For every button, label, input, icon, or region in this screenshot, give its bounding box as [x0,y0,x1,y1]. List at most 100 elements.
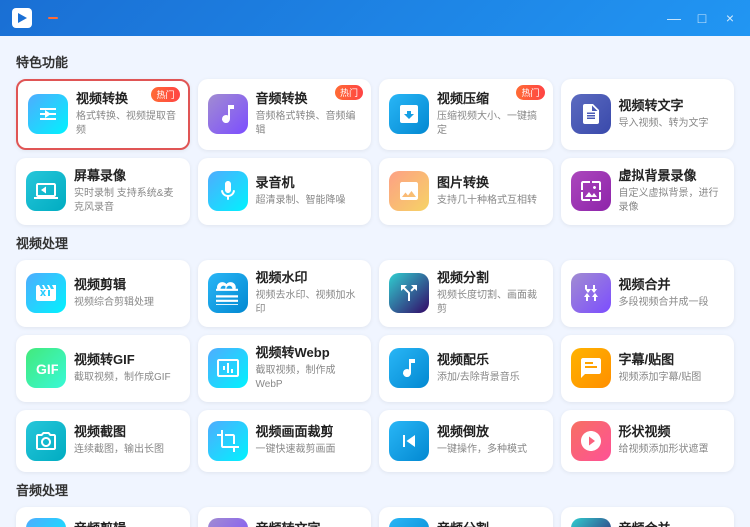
card-desc-video-watermark: 视频去水印、视频加水印 [256,289,362,317]
card-text-image-convert: 图片转换支持几十种格式互相转 [437,175,543,208]
card-text-shape-video: 形状视频给视频添加形状遮罩 [619,424,725,457]
card-text-audio-merge: 音频合并多段音频合并成一段 [619,521,725,527]
card-video-music[interactable]: 视频配乐添加/去除背景音乐 [379,335,553,402]
card-audio-edit[interactable]: 音频剪辑音频综合剪辑处理 [16,507,190,527]
hot-badge: 热门 [516,85,544,100]
card-name-voice-recorder: 录音机 [256,175,362,192]
card-text-video-merge: 视频合并多段视频合并成一段 [619,277,725,310]
video-to-gif-icon: GIF [26,348,66,388]
card-text-video-to-webp: 视频转Webp 截取视频，制作成WebP [256,345,362,392]
card-name-video-merge: 视频合并 [619,277,725,294]
card-name-video-music: 视频配乐 [437,352,543,369]
title-bar: — □ × [0,0,750,36]
card-text-video-watermark: 视频水印视频去水印、视频加水印 [256,270,362,317]
svg-text:GIF: GIF [36,361,58,377]
window-controls: — □ × [666,10,738,26]
card-desc-video-edit: 视频综合剪辑处理 [74,296,180,310]
card-desc-video-convert: 格式转换、视频提取音频 [76,110,178,138]
hot-badge: 热门 [151,87,179,102]
card-name-video-split: 视频分割 [437,270,543,287]
video-to-webp-icon [208,348,248,388]
app-badge [48,17,58,19]
card-video-convert[interactable]: 热门视频转换格式转换、视频提取音频 [16,79,190,150]
card-video-compress[interactable]: 热门视频压缩压缩视频大小、一键搞定 [379,79,553,150]
video-merge-icon [571,273,611,313]
section-title-featured: 特色功能 [16,52,734,71]
card-text-video-to-gif: 视频转GIF截取视频，制作成GIF [74,352,180,385]
card-text-video-crop: 视频画面裁剪一键快速裁剪画面 [256,424,362,457]
card-text-video-split: 视频分割视频长度切割、画面裁剪 [437,270,543,317]
image-convert-icon [389,171,429,211]
card-subtitle-sticker[interactable]: 字幕/贴图视频添加字幕/贴图 [561,335,735,402]
card-video-to-text[interactable]: 视频转文字导入视频、转为文字 [561,79,735,150]
card-text-video-edit: 视频剪辑视频综合剪辑处理 [74,277,180,310]
card-name-audio-split: 音频分割 [437,521,543,527]
card-video-watermark[interactable]: 视频水印视频去水印、视频加水印 [198,260,372,327]
card-shape-video[interactable]: 形状视频给视频添加形状遮罩 [561,410,735,472]
card-image-convert[interactable]: 图片转换支持几十种格式互相转 [379,158,553,225]
card-desc-screen-record: 实时录制 支持系统&麦克风录音 [74,187,180,215]
card-name-video-to-webp: 视频转Webp [256,345,362,362]
card-video-to-gif[interactable]: GIF 视频转GIF截取视频，制作成GIF [16,335,190,402]
card-name-shape-video: 形状视频 [619,424,725,441]
card-name-subtitle-sticker: 字幕/贴图 [619,352,725,369]
screen-record-icon [26,171,66,211]
card-video-crop[interactable]: 视频画面裁剪一键快速裁剪画面 [198,410,372,472]
card-text-video-reverse: 视频倒放一键操作，多种模式 [437,424,543,457]
hot-badge: 热门 [335,85,363,100]
minimize-button[interactable]: — [666,10,682,26]
card-video-screenshot[interactable]: 视频截图连续截图，输出长图 [16,410,190,472]
video-watermark-icon [208,273,248,313]
app-logo [12,8,32,28]
card-name-video-edit: 视频剪辑 [74,277,180,294]
main-content: 特色功能热门视频转换格式转换、视频提取音频热门音频转换音频格式转换、音频编辑热门… [0,36,750,527]
video-compress-icon [389,94,429,134]
card-name-video-to-gif: 视频转GIF [74,352,180,369]
video-crop-icon [208,421,248,461]
card-desc-video-to-text: 导入视频、转为文字 [619,117,725,131]
card-audio-merge[interactable]: 音频合并多段音频合并成一段 [561,507,735,527]
card-name-video-to-text: 视频转文字 [619,98,725,115]
voice-recorder-icon [208,171,248,211]
video-split-icon [389,273,429,313]
card-desc-virtual-bg: 自定义虚拟背景，进行录像 [619,187,725,215]
card-text-video-music: 视频配乐添加/去除背景音乐 [437,352,543,385]
card-text-audio-to-text: 音频转文字导入音频，转为文字 [256,521,362,527]
card-text-screen-record: 屏幕录像实时录制 支持系统&麦克风录音 [74,168,180,215]
card-screen-record[interactable]: 屏幕录像实时录制 支持系统&麦克风录音 [16,158,190,225]
card-video-merge[interactable]: 视频合并多段视频合并成一段 [561,260,735,327]
cards-grid-audio-process: 音频剪辑音频综合剪辑处理音频转文字导入音频，转为文字音频分割多种分割方式随心选音… [16,507,734,527]
card-voice-recorder[interactable]: 录音机超清录制、智能降噪 [198,158,372,225]
card-virtual-bg[interactable]: 虚拟背景录像自定义虚拟背景，进行录像 [561,158,735,225]
card-desc-video-music: 添加/去除背景音乐 [437,371,543,385]
maximize-button[interactable]: □ [694,10,710,26]
card-video-edit[interactable]: 视频剪辑视频综合剪辑处理 [16,260,190,327]
card-desc-shape-video: 给视频添加形状遮罩 [619,443,725,457]
card-video-split[interactable]: 视频分割视频长度切割、画面裁剪 [379,260,553,327]
card-audio-to-text[interactable]: 音频转文字导入音频，转为文字 [198,507,372,527]
cards-grid-featured: 热门视频转换格式转换、视频提取音频热门音频转换音频格式转换、音频编辑热门视频压缩… [16,79,734,225]
card-name-video-crop: 视频画面裁剪 [256,424,362,441]
close-button[interactable]: × [722,10,738,26]
video-screenshot-icon [26,421,66,461]
video-to-text-icon [571,94,611,134]
video-edit-icon [26,273,66,313]
card-video-to-webp[interactable]: 视频转Webp 截取视频，制作成WebP [198,335,372,402]
card-desc-video-merge: 多段视频合并成一段 [619,296,725,310]
card-text-video-screenshot: 视频截图连续截图，输出长图 [74,424,180,457]
card-audio-split[interactable]: 音频分割多种分割方式随心选 [379,507,553,527]
card-name-image-convert: 图片转换 [437,175,543,192]
video-convert-icon [28,94,68,134]
card-desc-image-convert: 支持几十种格式互相转 [437,194,543,208]
card-desc-video-screenshot: 连续截图，输出长图 [74,443,180,457]
card-name-screen-record: 屏幕录像 [74,168,180,185]
audio-split-icon [389,518,429,527]
card-video-reverse[interactable]: 视频倒放一键操作，多种模式 [379,410,553,472]
card-desc-video-reverse: 一键操作，多种模式 [437,443,543,457]
card-name-audio-merge: 音频合并 [619,521,725,527]
video-music-icon [389,348,429,388]
card-name-virtual-bg: 虚拟背景录像 [619,168,725,185]
card-audio-convert[interactable]: 热门音频转换音频格式转换、音频编辑 [198,79,372,150]
card-desc-video-to-webp: 截取视频，制作成WebP [256,364,362,392]
card-name-video-watermark: 视频水印 [256,270,362,287]
